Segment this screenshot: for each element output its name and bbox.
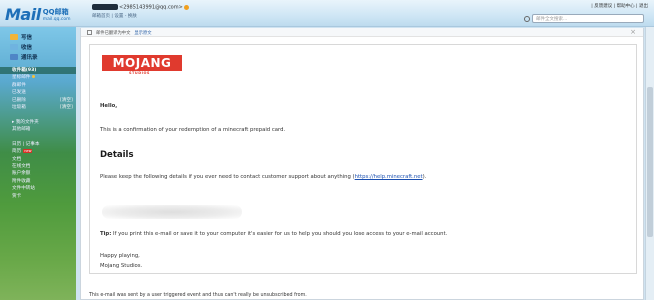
logo-cn: QQ邮箱 [42,8,69,16]
redacted-code [102,205,242,219]
contacts-label: 通讯录 [21,54,38,61]
receive-icon [10,43,18,50]
confirmation-text: This is a confirmation of your redemptio… [100,127,286,133]
logo-domain: mail.qq.com [42,17,71,22]
compose-icon [10,33,18,40]
sidebar-item-calendar-notes[interactable]: 日历 | 记事本 [0,141,76,148]
empty-deleted-link[interactable]: [清空] [60,97,73,104]
sidebar-item-deleted[interactable]: 已删除 [清空] [0,97,76,104]
signature: Mojang Studios. [100,263,143,269]
search-icon[interactable] [524,16,530,22]
logo-text: Mail [5,5,41,24]
closing-text: Happy playing, [100,253,140,259]
scrollbar-thumb[interactable] [647,87,653,237]
account-info: <2985143991@qq.com> 邮箱首页 | 设置 - 换肤 [92,4,189,19]
sidebar-item-cards[interactable]: 贺卡 [0,193,76,200]
sidebar-item-spam[interactable]: 垃圾箱 [清空] [0,104,76,111]
tip-label: Tip: [100,231,112,237]
sidebar-item-resume[interactable]: 简历 new [0,148,76,155]
status-icon [183,4,189,10]
keep-details-text: Please keep the following details if you… [100,174,427,180]
tip-text: Tip: If you print this e-mail or save it… [100,231,448,237]
folder-list: 收件箱(93) 星标邮件 群邮件 已发送 已删除 [清空] 垃圾箱 [清空] ▸ 我… [0,67,76,200]
account-name-masked [92,4,118,10]
scrollbar[interactable] [645,27,654,300]
receive-button[interactable]: 收信 [10,42,76,51]
translate-icon [87,30,92,35]
compose-button[interactable]: 写信 [10,32,76,41]
contacts-button[interactable]: 通讯录 [10,52,76,61]
empty-spam-link[interactable]: [清空] [60,104,73,111]
account-email: <2985143991@qq.com> [119,4,183,11]
receive-label: 收信 [21,44,33,51]
translate-bar: 邮件已翻译为中文 显示原文 × [81,28,643,37]
sidebar-item-other-mailboxes[interactable]: 其他邮箱 [0,126,76,133]
sidebar-item-docs[interactable]: 文档 [0,156,76,163]
sidebar-item-balance[interactable]: 账户余额 [0,170,76,177]
mojang-logo: MOJANG [102,55,182,71]
sidebar-item-starred[interactable]: 星标邮件 [0,74,76,81]
sidebar-item-online-docs[interactable]: 在线文档 [0,163,76,170]
close-icon[interactable]: × [630,28,636,36]
footer-note: This e-mail was sent by a user triggered… [89,293,307,298]
search-placeholder: 邮件全文搜索... [536,17,568,22]
compose-label: 写信 [21,34,33,41]
qq-mail-logo[interactable]: Mail QQ邮箱 mail.qq.com [5,3,71,23]
translate-text: 邮件已翻译为中文 [96,30,131,36]
star-icon [32,75,36,79]
contacts-icon [10,53,18,60]
show-original-link[interactable]: 显示原文 [134,31,151,36]
email-body: MOJANG STUDIOS Hello, This is a confirma… [89,44,637,274]
sidebar-item-attachments[interactable]: 附件收藏 [0,178,76,185]
sidebar-item-inbox[interactable]: 收件箱(93) [0,67,76,75]
sidebar: 写信 收信 通讯录 收件箱(93) 星标邮件 群邮件 已发送 已删除 [清空] 垃… [0,27,76,300]
sidebar-item-group-mail[interactable]: 群邮件 [0,82,76,89]
mail-panel: 邮件已翻译为中文 显示原文 × MOJANG STUDIOS Hello, Thi… [80,28,644,300]
new-badge: new [23,149,33,154]
mojang-logo-sub: STUDIOS [129,71,150,75]
top-bar: Mail QQ邮箱 mail.qq.com <2985143991@qq.com… [0,0,654,27]
account-links[interactable]: 邮箱首页 | 设置 - 换肤 [92,13,189,19]
sidebar-item-sent[interactable]: 已发送 [0,89,76,96]
support-link[interactable]: https://help.minecraft.net [355,174,423,180]
sidebar-item-file-transfer[interactable]: 文件中转站 [0,185,76,192]
search-input[interactable]: 邮件全文搜索... [524,14,644,23]
sidebar-item-my-folders[interactable]: ▸ 我的文件夹 [0,119,76,126]
details-heading: Details [100,150,134,160]
greeting: Hello, [100,103,118,109]
top-links[interactable]: | 反馈建议 | 帮助中心 | 退出 [591,3,648,9]
